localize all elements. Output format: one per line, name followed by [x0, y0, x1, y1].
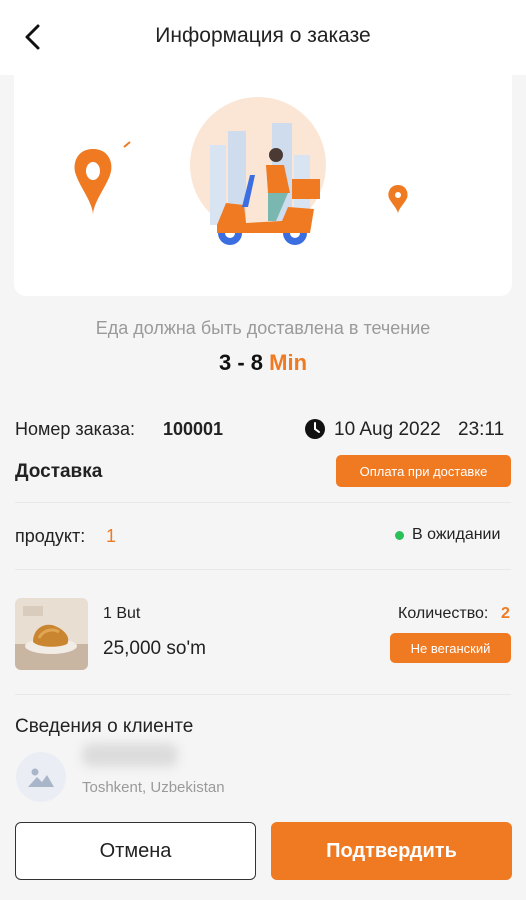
app-header: Информация о заказе — [0, 0, 526, 75]
status-badge: В ожидании — [412, 526, 501, 543]
clock-icon — [305, 419, 325, 439]
eta-value: 3 - 8 Min — [0, 350, 526, 376]
product-count: 1 — [106, 526, 117, 546]
order-date: 10 Aug 2022 — [334, 419, 441, 440]
divider — [15, 569, 511, 570]
order-number: 100001 — [163, 419, 224, 439]
product-label: продукт: — [15, 526, 86, 546]
client-info-title: Сведения о клиенте — [15, 716, 194, 737]
eta-range: 3 - 8 — [218, 350, 263, 375]
quantity-label: Количество: — [398, 605, 489, 622]
order-time: 23:11 — [458, 419, 505, 440]
quantity-value: 2 — [501, 605, 510, 622]
scooter-delivery-illustration — [74, 97, 408, 245]
client-address: Toshkent, Uzbekistan — [82, 779, 225, 796]
eta-text: Еда должна быть доставлена в течение — [95, 318, 431, 338]
delivery-type-label: Доставка — [15, 461, 103, 482]
non-vegan-badge: Не веганский — [390, 633, 511, 663]
divider — [15, 694, 511, 695]
cancel-button[interactable]: Отмена — [15, 822, 256, 880]
map-pin-icon — [74, 149, 112, 215]
product-price: 25,000 so'm — [103, 638, 206, 659]
delivery-hero-card — [14, 75, 512, 296]
client-name-redacted — [82, 743, 178, 767]
payment-badge: Оплата при доставке — [336, 455, 511, 487]
product-image — [15, 598, 88, 670]
product-name: 1 But — [103, 605, 141, 622]
eta-unit: Min — [269, 350, 308, 375]
avatar — [16, 752, 66, 802]
confirm-button[interactable]: Подтвердить — [271, 822, 512, 880]
map-pin-icon — [388, 185, 408, 214]
status-dot-icon — [395, 531, 404, 540]
order-number-label: Номер заказа: — [15, 419, 136, 439]
divider — [15, 502, 511, 503]
image-placeholder-icon — [28, 768, 54, 787]
page-title: Информация о заказе — [155, 24, 371, 47]
